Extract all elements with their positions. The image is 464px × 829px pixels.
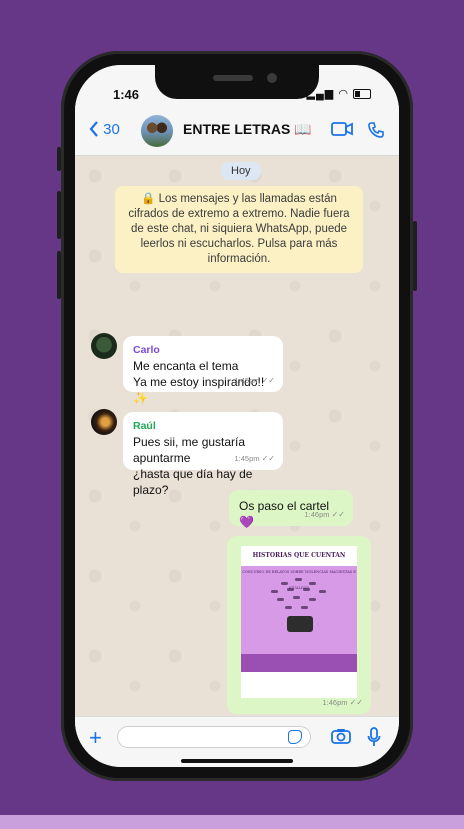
microphone-button[interactable]: [367, 727, 381, 752]
phone-call-icon: [368, 122, 384, 138]
silent-switch: [57, 147, 61, 171]
sticker-icon[interactable]: [288, 730, 302, 744]
message-time: 1:46pm ✓✓: [304, 507, 345, 523]
time-label: 1:45pm: [234, 454, 260, 463]
back-chevron-icon: [89, 121, 98, 137]
phone-frame: 1:46 ▂▄▆ ◠ 30 ENTRE LETRAS 📖 Hoy 🔒 Los m…: [57, 51, 417, 781]
front-camera: [267, 73, 277, 83]
message-time: 1:46pm ✓✓: [322, 695, 363, 711]
avatar-raul[interactable]: [91, 409, 117, 435]
camera-icon: [331, 729, 351, 744]
message-bubble[interactable]: Raúl Pues sii, me gustaría apuntarme ¿ha…: [123, 412, 283, 497]
video-call-button[interactable]: [331, 121, 353, 142]
sender-name: Carlo: [133, 344, 160, 356]
microphone-icon: [367, 727, 381, 746]
group-avatar[interactable]: [141, 115, 173, 147]
image-message-outgoing[interactable]: HISTORIAS QUE CUENTAN CONCURSO DE RELATO…: [227, 536, 371, 714]
poster-header: HISTORIAS QUE CUENTAN CONCURSO DE RELATO…: [241, 546, 357, 590]
message-bubble-outgoing[interactable]: Os paso el cartel 💜 1:46pm ✓✓: [229, 490, 353, 529]
status-icons: ▂▄▆ ◠: [307, 87, 371, 100]
volume-up-button: [57, 191, 61, 239]
day-label: Hoy: [221, 162, 261, 180]
video-call-icon: [331, 122, 353, 136]
message-bubble[interactable]: Carlo Me encanta el tema Ya me estoy ins…: [123, 336, 283, 405]
message-time: 1:45pm ✓✓: [234, 373, 275, 389]
message-text: Me encanta el tema: [133, 359, 239, 373]
back-count: 30: [103, 121, 120, 138]
status-time: 1:46: [113, 87, 140, 102]
speaker: [213, 75, 253, 81]
encryption-notice[interactable]: 🔒 Los mensajes y las llamadas están cifr…: [115, 186, 363, 273]
message-input[interactable]: [117, 726, 311, 748]
message-time: 1:45pm ✓✓: [234, 451, 275, 467]
read-ticks-icon: ✓✓: [349, 698, 363, 707]
avatar-carlo[interactable]: [91, 333, 117, 359]
sender-name: Raúl: [133, 420, 156, 432]
power-button: [413, 221, 417, 291]
typewriter-illustration: [287, 616, 313, 632]
poster-image[interactable]: HISTORIAS QUE CUENTAN CONCURSO DE RELATO…: [241, 546, 357, 698]
time-label: 1:45pm: [234, 376, 260, 385]
volume-down-button: [57, 251, 61, 299]
battery-icon: [353, 89, 371, 100]
read-ticks-icon: ✓✓: [261, 454, 275, 463]
attach-plus-icon[interactable]: +: [89, 725, 102, 751]
home-indicator[interactable]: [181, 759, 293, 763]
chat-area[interactable]: Hoy 🔒 Los mensajes y las llamadas están …: [75, 156, 399, 716]
message-input-bar: +: [75, 716, 399, 767]
back-button[interactable]: 30: [89, 121, 120, 138]
read-ticks-icon: ✓✓: [331, 510, 345, 519]
read-ticks-icon: ✓✓: [261, 376, 275, 385]
wifi-icon: ◠: [338, 88, 349, 100]
poster-title: HISTORIAS QUE CUENTAN: [252, 552, 346, 559]
bottom-band: [0, 815, 464, 829]
group-name[interactable]: ENTRE LETRAS 📖: [183, 121, 312, 138]
chat-header: 30 ENTRE LETRAS 📖: [75, 107, 399, 156]
time-label: 1:46pm: [304, 510, 330, 519]
screen: 1:46 ▂▄▆ ◠ 30 ENTRE LETRAS 📖 Hoy 🔒 Los m…: [75, 65, 399, 767]
camera-button[interactable]: [331, 728, 351, 749]
poster-info-band: [241, 654, 357, 672]
phone-call-button[interactable]: [367, 121, 385, 144]
time-label: 1:46pm: [322, 698, 348, 707]
notch: [155, 65, 319, 99]
